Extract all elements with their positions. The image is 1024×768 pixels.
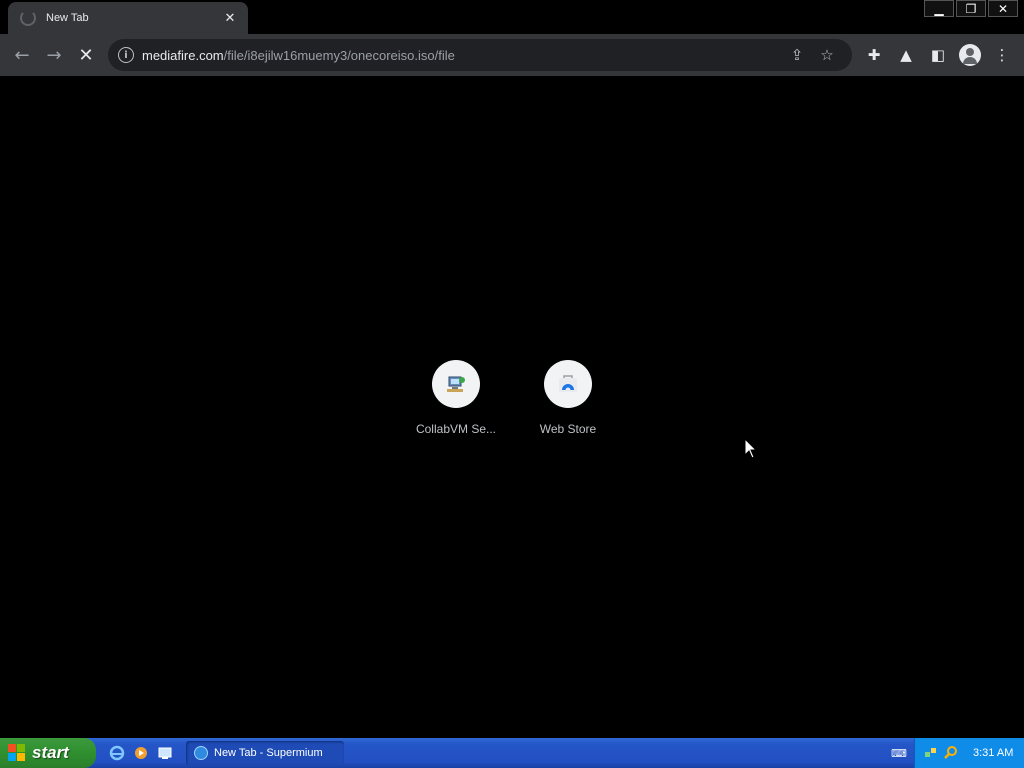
search-icon[interactable] [943,745,959,761]
quick-launch [106,742,178,764]
desktop-icon[interactable] [154,742,176,764]
loading-spinner-icon [20,10,36,26]
tab-strip: New Tab ✕ ▁ ❐ ✕ [0,0,1024,34]
shortcut-collabvm[interactable]: CollabVM Se... [400,360,512,436]
address-bar[interactable]: i mediafire.com/file/i8ejilw16muemy3/one… [108,39,852,71]
windows-flag-icon [8,744,26,762]
back-button[interactable]: ← [6,39,38,71]
url-text[interactable]: mediafire.com/file/i8ejilw16muemy3/oneco… [142,48,782,63]
url-path: /file/i8ejilw16muemy3/onecoreiso.iso/fil… [223,47,455,63]
side-panel-icon[interactable]: ◧ [922,39,954,71]
extensions-icon[interactable]: ✚ [858,39,890,71]
stop-loading-button[interactable]: ✕ [70,39,102,71]
profile-avatar-icon[interactable] [959,44,981,66]
mouse-cursor-icon [744,438,758,459]
window-controls: ▁ ❐ ✕ [922,0,1018,17]
network-icon[interactable] [923,745,939,761]
web-store-icon [544,360,592,408]
browser-toolbar: ← → ✕ i mediafire.com/file/i8ejilw16muem… [0,34,1024,76]
clock: 3:31 AM [973,747,1014,759]
site-info-icon[interactable]: i [118,47,134,63]
tab-title: New Tab [46,12,89,24]
start-button[interactable]: start [0,738,96,768]
collabvm-icon [432,360,480,408]
tab-close-icon[interactable]: ✕ [222,11,238,26]
share-icon[interactable]: ⇪ [782,46,812,64]
new-tab-page: CollabVM Se... Web Store [0,76,1024,738]
internet-explorer-icon[interactable] [106,742,128,764]
task-label: New Tab - Supermium [214,747,323,759]
system-tray: 3:31 AM [914,738,1024,768]
start-label: start [32,743,69,762]
shortcut-web-store[interactable]: Web Store [512,360,624,436]
tab-new-tab[interactable]: New Tab ✕ [8,2,248,34]
restore-button[interactable]: ❐ [956,0,986,17]
bookmark-star-icon[interactable]: ☆ [812,46,842,64]
toolbar-right-icons: ✚ ▲ ◧ ⋮ [858,39,1018,71]
shortcut-label: CollabVM Se... [415,422,497,436]
menu-icon[interactable]: ⋮ [986,39,1018,71]
taskbar: start New Tab - Supermium ⌨ 3:31 AM [0,738,1024,768]
window-close-button[interactable]: ✕ [988,0,1018,17]
forward-button[interactable]: → [38,39,70,71]
url-host: mediafire.com [142,47,224,63]
keyboard-icon[interactable]: ⌨ [890,744,908,762]
taskbar-window-supermium[interactable]: New Tab - Supermium [186,741,344,765]
labs-icon[interactable]: ▲ [890,39,922,71]
supermium-icon [194,746,208,760]
shortcut-label: Web Store [539,422,597,436]
media-player-icon[interactable] [130,742,152,764]
minimize-button[interactable]: ▁ [924,0,954,17]
